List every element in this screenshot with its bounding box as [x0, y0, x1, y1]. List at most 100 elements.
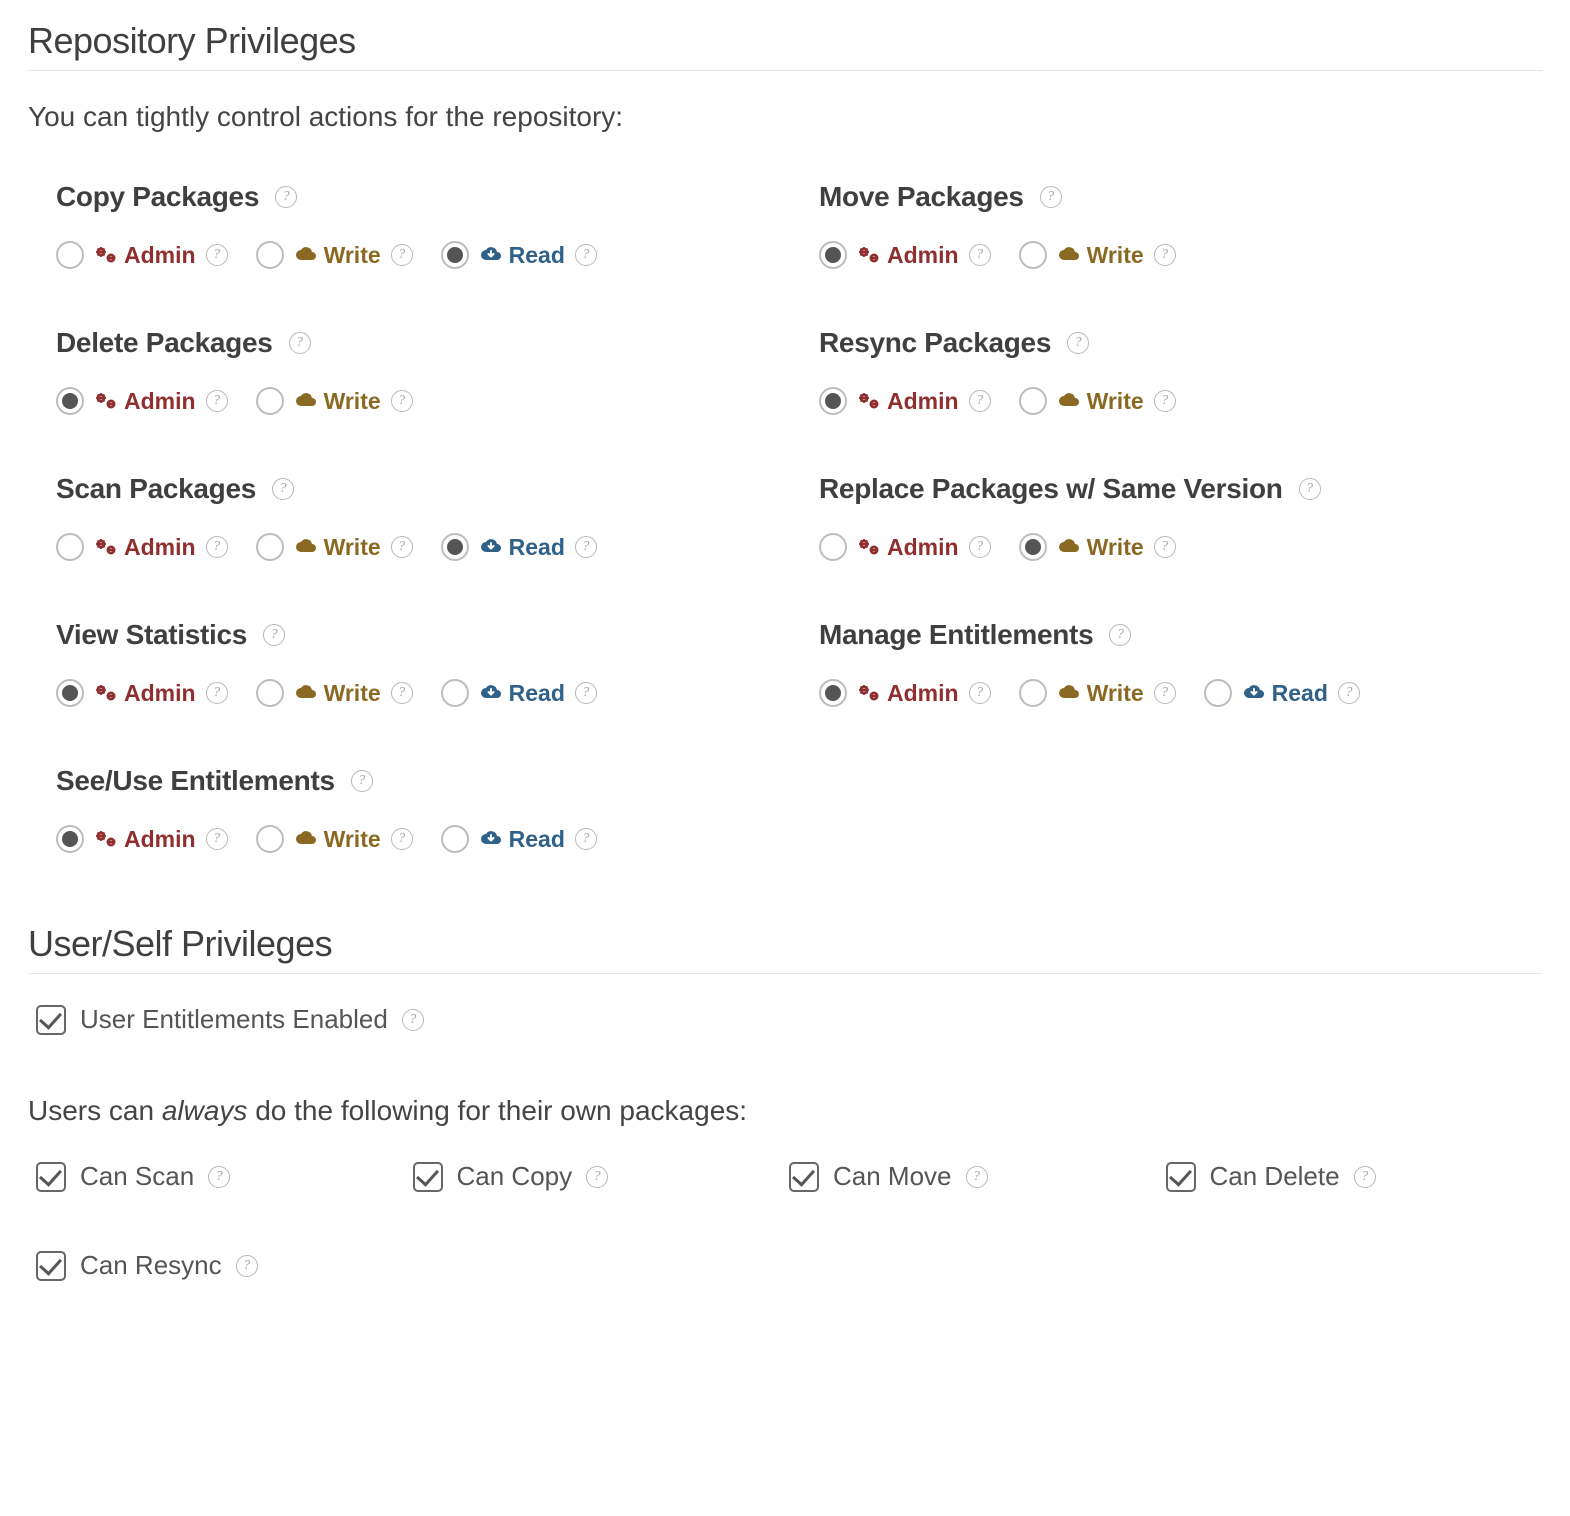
opt-label-write: Write: [1057, 242, 1144, 269]
can_delete-checkbox[interactable]: [1166, 1162, 1196, 1192]
radio-delete-write[interactable]: [256, 387, 284, 415]
help-icon[interactable]: ?: [391, 390, 413, 412]
radio-delete-admin[interactable]: [56, 387, 84, 415]
help-icon[interactable]: ?: [1154, 536, 1176, 558]
user-checks-grid: Can Scan?Can Copy?Can Move?Can Delete?Ca…: [28, 1161, 1542, 1291]
priv-option-admin: Admin?: [56, 825, 228, 853]
opt-label-text: Admin: [124, 680, 196, 707]
radio-move-admin[interactable]: [819, 241, 847, 269]
help-icon[interactable]: ?: [206, 244, 228, 266]
priv-option-write: Write?: [1019, 679, 1176, 707]
help-icon[interactable]: ?: [1067, 332, 1089, 354]
help-icon[interactable]: ?: [575, 828, 597, 850]
help-icon[interactable]: ?: [391, 682, 413, 704]
help-icon[interactable]: ?: [1338, 682, 1360, 704]
can_move-checkbox[interactable]: [789, 1162, 819, 1192]
radio-manageent-admin[interactable]: [819, 679, 847, 707]
help-icon[interactable]: ?: [391, 244, 413, 266]
radio-viewstats-admin[interactable]: [56, 679, 84, 707]
opt-label-text: Write: [1087, 680, 1144, 707]
help-icon[interactable]: ?: [391, 828, 413, 850]
help-icon[interactable]: ?: [966, 1166, 988, 1188]
help-icon[interactable]: ?: [206, 390, 228, 412]
opt-label-admin: Admin: [94, 680, 196, 707]
help-icon[interactable]: ?: [206, 536, 228, 558]
help-icon[interactable]: ?: [969, 390, 991, 412]
radio-viewstats-read[interactable]: [441, 679, 469, 707]
admin-icon: [857, 536, 881, 558]
help-icon[interactable]: ?: [1154, 682, 1176, 704]
radio-scan-write[interactable]: [256, 533, 284, 561]
opt-label-write: Write: [294, 388, 381, 415]
radio-scan-admin[interactable]: [56, 533, 84, 561]
help-icon[interactable]: ?: [289, 332, 311, 354]
radio-move-write[interactable]: [1019, 241, 1047, 269]
help-icon[interactable]: ?: [402, 1009, 424, 1031]
help-icon[interactable]: ?: [1354, 1166, 1376, 1188]
opt-label-admin: Admin: [857, 534, 959, 561]
help-icon[interactable]: ?: [1109, 624, 1131, 646]
opt-label-admin: Admin: [857, 388, 959, 415]
radio-resync-admin[interactable]: [819, 387, 847, 415]
user-check-can_scan: Can Scan?: [36, 1161, 413, 1192]
priv-option-read: Read?: [1204, 679, 1360, 707]
help-icon[interactable]: ?: [236, 1255, 258, 1277]
can_scan-checkbox[interactable]: [36, 1162, 66, 1192]
opt-label-text: Admin: [887, 534, 959, 561]
help-icon[interactable]: ?: [351, 770, 373, 792]
radio-resync-write[interactable]: [1019, 387, 1047, 415]
priv-option-admin: Admin?: [56, 679, 228, 707]
help-icon[interactable]: ?: [586, 1166, 608, 1188]
help-icon[interactable]: ?: [969, 682, 991, 704]
radio-manageent-read[interactable]: [1204, 679, 1232, 707]
user-entitlements-checkbox[interactable]: [36, 1005, 66, 1035]
can_resync-checkbox[interactable]: [36, 1251, 66, 1281]
opt-label-write: Write: [1057, 388, 1144, 415]
can_copy-checkbox[interactable]: [413, 1162, 443, 1192]
help-icon[interactable]: ?: [206, 682, 228, 704]
opt-label-read: Read: [479, 680, 565, 707]
help-icon[interactable]: ?: [969, 244, 991, 266]
help-icon[interactable]: ?: [969, 536, 991, 558]
priv-option-read: Read?: [441, 679, 597, 707]
radio-copy-read[interactable]: [441, 241, 469, 269]
admin-icon: [94, 244, 118, 266]
radio-seeent-write[interactable]: [256, 825, 284, 853]
radio-viewstats-write[interactable]: [256, 679, 284, 707]
radio-scan-read[interactable]: [441, 533, 469, 561]
opt-label-write: Write: [294, 534, 381, 561]
write-icon: [1057, 682, 1081, 704]
radio-replace-admin[interactable]: [819, 533, 847, 561]
help-icon[interactable]: ?: [206, 828, 228, 850]
priv-title-row: View Statistics?: [56, 619, 779, 651]
help-icon[interactable]: ?: [263, 624, 285, 646]
help-icon[interactable]: ?: [575, 536, 597, 558]
opt-label-read: Read: [479, 242, 565, 269]
radio-copy-write[interactable]: [256, 241, 284, 269]
priv-option-write: Write?: [1019, 387, 1176, 415]
help-icon[interactable]: ?: [272, 478, 294, 500]
help-icon[interactable]: ?: [575, 244, 597, 266]
help-icon[interactable]: ?: [1040, 186, 1062, 208]
radio-seeent-admin[interactable]: [56, 825, 84, 853]
help-icon[interactable]: ?: [1299, 478, 1321, 500]
opt-label-text: Write: [1087, 534, 1144, 561]
radio-copy-admin[interactable]: [56, 241, 84, 269]
radio-manageent-write[interactable]: [1019, 679, 1047, 707]
priv-title-row: Delete Packages?: [56, 327, 779, 359]
help-icon[interactable]: ?: [1154, 390, 1176, 412]
opt-label-text: Write: [324, 242, 381, 269]
priv-title-row: See/Use Entitlements?: [56, 765, 779, 797]
help-icon[interactable]: ?: [275, 186, 297, 208]
opt-label-text: Write: [324, 680, 381, 707]
opt-label-text: Admin: [887, 242, 959, 269]
help-icon[interactable]: ?: [575, 682, 597, 704]
priv-option-read: Read?: [441, 825, 597, 853]
can_resync-label: Can Resync: [80, 1250, 222, 1281]
help-icon[interactable]: ?: [208, 1166, 230, 1188]
opt-label-text: Write: [324, 388, 381, 415]
help-icon[interactable]: ?: [391, 536, 413, 558]
help-icon[interactable]: ?: [1154, 244, 1176, 266]
radio-replace-write[interactable]: [1019, 533, 1047, 561]
radio-seeent-read[interactable]: [441, 825, 469, 853]
